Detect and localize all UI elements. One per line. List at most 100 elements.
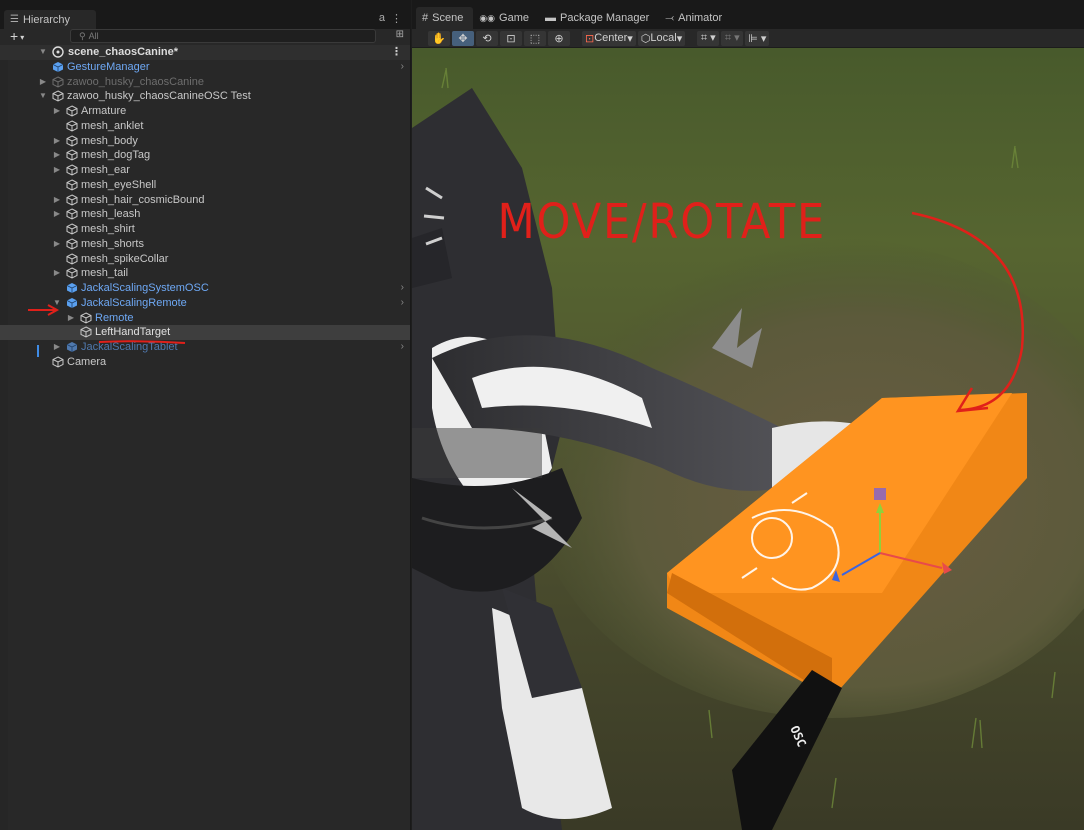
- gameobject-cube-icon: [66, 149, 78, 161]
- hierarchy-row-label: mesh_shirt: [81, 223, 135, 235]
- gameobject-cube-icon: [66, 105, 78, 117]
- hierarchy-row[interactable]: ▶ mesh_dogTag: [0, 148, 410, 163]
- space-local-dropdown[interactable]: ⬡ Local ▾: [637, 30, 686, 46]
- hierarchy-row[interactable]: ▶ mesh_body: [0, 134, 410, 149]
- hierarchy-row[interactable]: mesh_shirt: [0, 222, 410, 237]
- hierarchy-row-label: mesh_eyeShell: [81, 178, 157, 191]
- open-prefab-chevron-icon[interactable]: ›: [401, 340, 404, 355]
- hierarchy-row-label: mesh_ear: [81, 164, 130, 176]
- open-prefab-chevron-icon[interactable]: ›: [401, 296, 404, 311]
- hierarchy-row[interactable]: ▶ mesh_ear: [0, 163, 410, 178]
- expand-right-icon[interactable]: ▶: [66, 311, 76, 326]
- tab-hierarchy[interactable]: ☰ Hierarchy: [4, 10, 96, 29]
- pivot-icon: ⊡: [585, 32, 595, 45]
- add-button[interactable]: + ▾: [10, 28, 24, 44]
- hierarchy-row[interactable]: JackalScalingSystemOSC ›: [0, 281, 410, 296]
- hierarchy-row-label: zawoo_husky_chaosCanine: [67, 75, 204, 88]
- expand-right-icon[interactable]: ▶: [38, 75, 48, 90]
- expand-right-icon[interactable]: ▶: [52, 207, 62, 222]
- hierarchy-row-label: Armature: [81, 105, 127, 117]
- expand-right-icon[interactable]: ▶: [52, 237, 62, 252]
- prefab-cube-icon: [66, 341, 78, 353]
- gameobject-cube-icon: [66, 252, 78, 265]
- gameobject-cube-icon: [52, 356, 64, 368]
- expand-right-icon[interactable]: ▶: [52, 104, 62, 119]
- hierarchy-row[interactable]: ▼ zawoo_husky_chaosCanineOSC Test: [0, 89, 410, 104]
- hierarchy-row[interactable]: ▶ Armature: [0, 104, 410, 119]
- hierarchy-row-label: Camera: [67, 355, 107, 368]
- expand-right-icon[interactable]: ▶: [52, 193, 62, 208]
- local-space-icon: ⬡: [640, 32, 651, 45]
- search-input[interactable]: ⚲ All: [70, 29, 376, 43]
- hierarchy-row[interactable]: mesh_anklet: [0, 119, 410, 134]
- prefab-cube-icon: [66, 297, 78, 309]
- tab-scene-label: Scene: [432, 12, 464, 24]
- tab-game[interactable]: ◉◉ Game: [473, 7, 539, 29]
- open-prefab-chevron-icon[interactable]: ›: [401, 60, 404, 75]
- kebab-menu-icon[interactable]: ⋮: [391, 12, 402, 25]
- hierarchy-row[interactable]: ▶ mesh_tail: [0, 266, 410, 281]
- prefab-cube-icon: [66, 282, 78, 294]
- search-placeholder: All: [88, 31, 99, 41]
- expand-right-icon[interactable]: ▶: [52, 266, 62, 281]
- hierarchy-row[interactable]: ▶ mesh_hair_cosmicBound: [0, 193, 410, 208]
- tab-scene[interactable]: # Scene: [416, 7, 474, 29]
- expand-down-icon[interactable]: ▼: [38, 89, 48, 104]
- hierarchy-row-label: zawoo_husky_chaosCanineOSC Test: [67, 90, 251, 103]
- gameobject-cube-icon: [66, 238, 78, 250]
- hierarchy-row[interactable]: GestureManager ›: [0, 60, 410, 75]
- hierarchy-row[interactable]: ▶ JackalScalingTablet ›: [0, 340, 410, 355]
- open-prefab-chevron-icon[interactable]: ›: [401, 281, 404, 296]
- expand-right-icon[interactable]: ▶: [52, 148, 62, 163]
- expand-right-icon[interactable]: ▶: [52, 340, 62, 355]
- scene-row[interactable]: ▼ scene_chaosCanine* ⋮: [0, 45, 410, 60]
- scene-toolbar: ✋ ✥ ⟲ ⊡ ⬚ ⊕ ⊡ Center ▾ ⬡ Local ▾ ⌗ ▾ ⌗ ▾ ⊫…: [412, 29, 1084, 48]
- hierarchy-row-label: mesh_hair_cosmicBound: [81, 193, 205, 206]
- scene-viewport[interactable]: OSC MOVE/ROTATE: [412, 48, 1084, 830]
- filter-icon[interactable]: ⊞: [396, 29, 404, 40]
- increment-snap-dropdown[interactable]: ⌗ ▾: [721, 30, 744, 46]
- expand-right-icon[interactable]: ▶: [52, 163, 62, 178]
- gameobject-cube-icon: [66, 120, 78, 132]
- prefab-cube-icon: [52, 61, 64, 73]
- move-tool-button[interactable]: ✥: [452, 30, 474, 46]
- hierarchy-row-label: mesh_body: [81, 134, 138, 147]
- rect-tool-button[interactable]: ⬚: [524, 30, 546, 46]
- hierarchy-row[interactable]: ▶ mesh_leash: [0, 207, 410, 222]
- hierarchy-row[interactable]: Camera: [0, 355, 410, 370]
- scale-tool-button[interactable]: ⊡: [500, 30, 522, 46]
- gameobject-cube-icon: [66, 193, 78, 206]
- expand-right-icon[interactable]: ▶: [52, 134, 62, 149]
- tab-package-manager[interactable]: ▬ Package Manager: [539, 7, 659, 29]
- grid-snap-dropdown[interactable]: ⌗ ▾: [697, 30, 720, 46]
- hierarchy-row-label: mesh_spikeCollar: [81, 252, 169, 265]
- hierarchy-row-label: mesh_anklet: [81, 119, 144, 132]
- unity-scene-icon: [52, 46, 64, 58]
- hand-tool-button[interactable]: ✋: [428, 30, 450, 46]
- gameobject-cube-icon: [66, 164, 78, 176]
- rotate-tool-button[interactable]: ⟲: [476, 30, 498, 46]
- lock-icon[interactable]: a: [379, 12, 385, 25]
- annotation-move-rotate: MOVE/ROTATE: [498, 194, 827, 250]
- hierarchy-row[interactable]: LeftHandTarget: [0, 325, 410, 340]
- package-icon: ▬: [545, 12, 557, 24]
- hierarchy-panel: ☰ Hierarchy a ⋮ + ▾ ⚲ All ⊞ ▼ scene_chaosC…: [0, 0, 411, 830]
- hierarchy-row[interactable]: mesh_eyeShell: [0, 178, 410, 193]
- scene-view-panel: # Scene ◉◉ Game ▬ Package Manager ⤙ Animator…: [412, 0, 1084, 830]
- expand-down-icon[interactable]: ▼: [38, 45, 48, 60]
- grid-icon: #: [422, 12, 429, 24]
- hierarchy-row[interactable]: mesh_spikeCollar: [0, 252, 410, 267]
- align-dropdown[interactable]: ⊫ ▾: [745, 30, 770, 46]
- pivot-center-dropdown[interactable]: ⊡ Center ▾: [582, 30, 636, 46]
- hierarchy-row[interactable]: ▶ mesh_shorts: [0, 237, 410, 252]
- annotation-underline: [98, 340, 186, 344]
- search-icon: ⚲: [79, 31, 86, 41]
- insertion-marker: [37, 345, 39, 357]
- tab-animator-label: Animator: [678, 12, 723, 24]
- scene-menu-icon[interactable]: ⋮: [391, 45, 402, 60]
- tab-animator[interactable]: ⤙ Animator: [659, 7, 732, 29]
- transform-tool-button[interactable]: ⊕: [548, 30, 570, 46]
- hierarchy-row[interactable]: ▶ zawoo_husky_chaosCanine: [0, 75, 410, 90]
- hierarchy-row-label: mesh_tail: [81, 267, 129, 280]
- gameobject-cube-icon: [80, 311, 92, 324]
